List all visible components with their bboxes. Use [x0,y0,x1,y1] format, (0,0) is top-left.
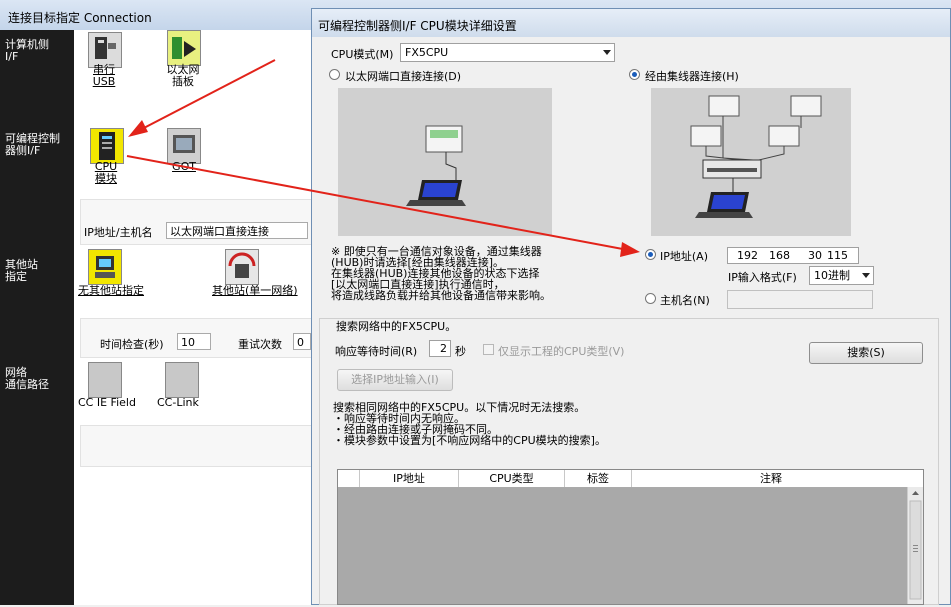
annotation-arrows [126,59,640,257]
